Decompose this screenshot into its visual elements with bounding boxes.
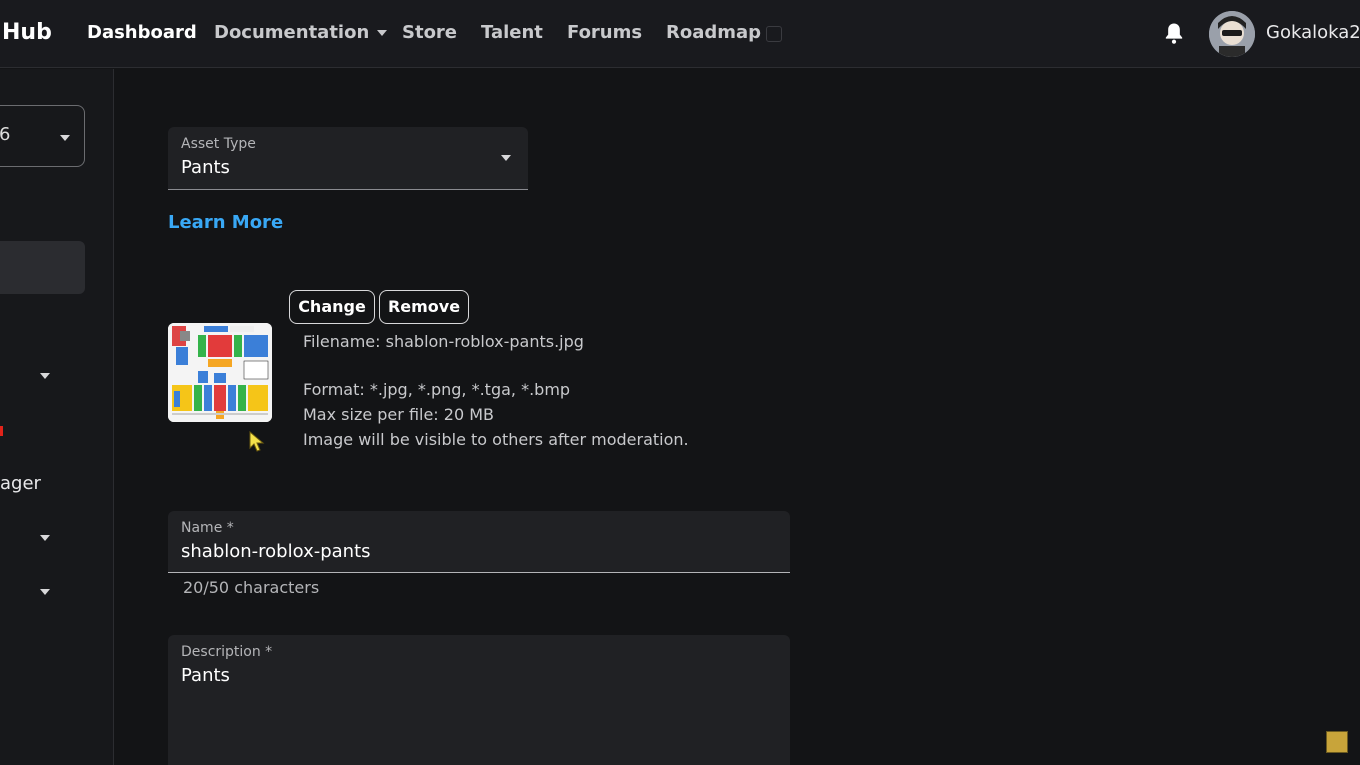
upload-moderation-note: Image will be visible to others after mo…	[303, 430, 689, 449]
name-value: shablon-roblox-pants	[181, 541, 371, 562]
bell-icon[interactable]	[1160, 20, 1188, 48]
chevron-down-icon	[377, 30, 388, 36]
uploaded-image-thumbnail	[168, 323, 272, 422]
learn-more-link[interactable]: Learn More	[168, 212, 283, 233]
sidebar-accent-marker	[0, 426, 3, 436]
upload-format: Format: *.jpg, *.png, *.tga, *.bmp	[303, 380, 571, 399]
description-field[interactable]: Description * Pants	[168, 635, 790, 765]
name-character-count: 20/50 characters	[183, 578, 320, 597]
nav-forums[interactable]: Forums	[567, 22, 642, 43]
sidebar-selector[interactable]: 6	[0, 105, 85, 167]
brand-logo[interactable]: Hub	[2, 20, 52, 45]
chevron-down-icon[interactable]	[40, 373, 50, 379]
corner-badge-icon	[1326, 731, 1348, 753]
username[interactable]: Gokaloka2	[1266, 22, 1360, 43]
mouse-cursor-icon	[249, 430, 265, 453]
sidebar: 6 ager	[0, 69, 114, 765]
sidebar-item-active[interactable]	[0, 241, 85, 294]
external-link-icon	[766, 26, 782, 42]
chevron-down-icon	[60, 135, 70, 141]
nav-dashboard[interactable]: Dashboard	[87, 22, 197, 43]
name-field[interactable]: Name * shablon-roblox-pants	[168, 511, 790, 573]
asset-type-select[interactable]: Asset Type Pants	[168, 127, 528, 190]
nav-documentation[interactable]: Documentation	[214, 22, 388, 43]
nav-roadmap[interactable]: Roadmap	[666, 22, 761, 43]
sidebar-item-manager-label[interactable]: ager	[0, 473, 41, 494]
upload-filename: Filename: shablon-roblox-pants.jpg	[303, 332, 584, 351]
chevron-down-icon[interactable]	[40, 589, 50, 595]
asset-type-label: Asset Type	[181, 136, 256, 152]
nav-documentation-label: Documentation	[214, 22, 370, 43]
main-content: Asset Type Pants Learn More Change Remov…	[115, 69, 1360, 765]
top-navigation: Hub Dashboard Documentation Store Talent…	[0, 0, 1360, 68]
chevron-down-icon[interactable]	[40, 535, 50, 541]
avatar[interactable]	[1209, 11, 1255, 57]
nav-talent[interactable]: Talent	[481, 22, 543, 43]
chevron-down-icon	[501, 155, 511, 161]
upload-max-size: Max size per file: 20 MB	[303, 405, 495, 424]
description-value: Pants	[181, 665, 230, 686]
asset-type-value: Pants	[181, 157, 230, 178]
name-label: Name *	[181, 520, 234, 536]
change-image-button[interactable]: Change	[289, 290, 375, 324]
nav-store[interactable]: Store	[402, 22, 457, 43]
sidebar-selector-value: 6	[0, 124, 11, 145]
remove-image-button[interactable]: Remove	[379, 290, 469, 324]
description-label: Description *	[181, 644, 273, 660]
